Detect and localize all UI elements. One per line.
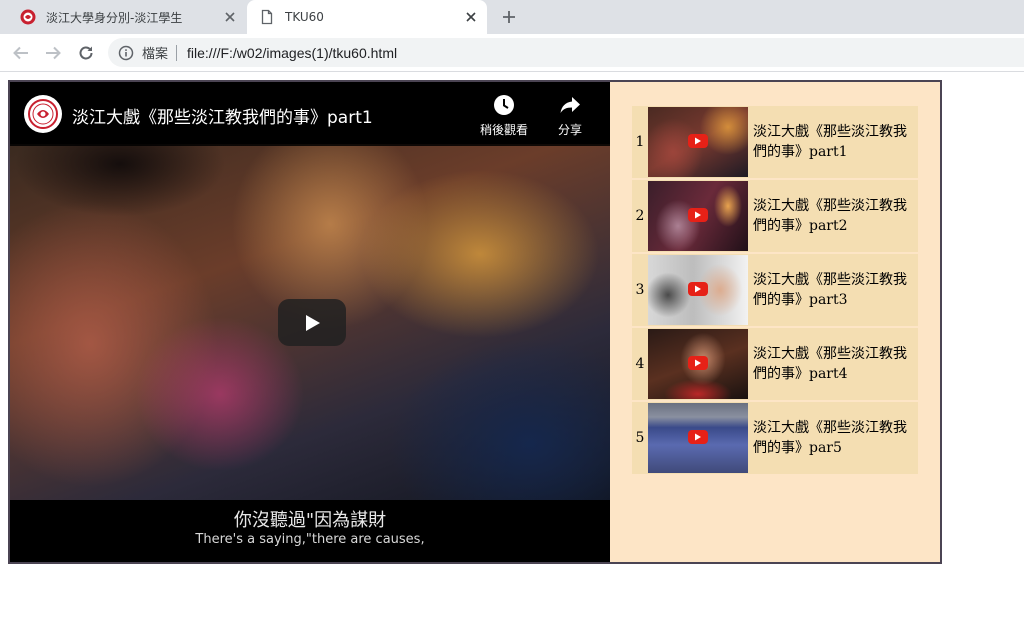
youtube-play-icon [688,430,708,444]
video-thumbnail-cell[interactable] [646,402,750,474]
video-thumbnail[interactable] [648,107,748,177]
address-separator [176,44,178,61]
channel-avatar[interactable] [24,95,62,133]
video-scene-shade [10,144,270,234]
playlist-row[interactable]: 5 淡江大戲《那些淡江教我們的事》par5 [632,402,918,474]
clock-icon [494,95,514,115]
playlist-title[interactable]: 淡江大戲《那些淡江教我們的事》part4 [750,328,918,400]
arrow-left-icon [13,46,28,60]
youtube-play-icon [688,356,708,370]
playlist-number: 2 [632,180,646,252]
address-bar[interactable]: 檔案 file:///F:/w02/images(1)/tku60.html [108,38,1024,67]
video-thumbnail[interactable] [648,403,748,473]
youtube-play-icon [688,282,708,296]
tku-logo-icon [20,9,36,25]
url-text[interactable]: file:///F:/w02/images(1)/tku60.html [187,45,397,61]
back-button[interactable] [10,42,32,64]
file-icon [259,9,275,25]
subtitle-chinese: 你沒聽過"因為謀財 [233,510,387,531]
playlist-number: 1 [632,106,646,178]
youtube-play-icon [688,134,708,148]
watch-later-button[interactable]: 稍後觀看 [471,94,537,142]
plus-icon [503,11,515,23]
forward-button[interactable] [42,42,64,64]
playlist-title[interactable]: 淡江大戲《那些淡江教我們的事》par5 [750,402,918,474]
playlist-row[interactable]: 4 淡江大戲《那些淡江教我們的事》part4 [632,328,918,400]
video-thumbnail[interactable] [648,255,748,325]
subtitle-english: There's a saying,"there are causes, [195,532,425,547]
playlist-number: 5 [632,402,646,474]
share-label: 分享 [557,123,582,137]
browser-toolbar: 檔案 file:///F:/w02/images(1)/tku60.html [0,34,1024,72]
video-thumbnail-cell[interactable] [646,180,750,252]
player-header: 淡江大戲《那些淡江教我們的事》part1 稍後觀看 分享 [10,82,610,146]
reload-button[interactable] [75,42,97,64]
page-container: 你沒聽過"因為謀財 There's a saying,"there are ca… [8,80,942,564]
tab-tku60[interactable]: TKU60 [247,0,487,34]
playlist-row[interactable]: 3 淡江大戲《那些淡江教我們的事》part3 [632,254,918,326]
playlist-table: 1 淡江大戲《那些淡江教我們的事》part1 2 淡江大戲《那些淡江教我們的事》… [632,104,918,476]
video-thumbnail[interactable] [648,181,748,251]
watch-later-label: 稍後觀看 [479,123,528,137]
playlist-title[interactable]: 淡江大戲《那些淡江教我們的事》part3 [750,254,918,326]
tab-tku-identity[interactable]: 淡江大學身分別-淡江學生 [8,0,246,34]
play-button[interactable] [278,299,346,346]
playlist-title[interactable]: 淡江大戲《那些淡江教我們的事》part1 [750,106,918,178]
new-tab-button[interactable] [498,6,520,28]
file-scheme-label: 檔案 [142,47,169,62]
arrow-right-icon [46,46,61,60]
close-tab-icon[interactable] [463,9,479,25]
share-arrow-icon [560,97,580,113]
playlist-number: 3 [632,254,646,326]
play-icon [306,314,320,331]
tku-emblem-icon [28,99,58,129]
youtube-play-icon [688,208,708,222]
playlist-title[interactable]: 淡江大戲《那些淡江教我們的事》part2 [750,180,918,252]
playlist-number: 4 [632,328,646,400]
tab-strip: 淡江大學身分別-淡江學生 TKU60 [0,0,1024,34]
share-button[interactable]: 分享 [537,94,603,142]
close-tab-icon[interactable] [222,9,238,25]
video-thumbnail-cell[interactable] [646,254,750,326]
video-thumbnail[interactable] [648,329,748,399]
playlist-row[interactable]: 2 淡江大戲《那些淡江教我們的事》part2 [632,180,918,252]
video-thumbnail-cell[interactable] [646,328,750,400]
video-title[interactable]: 淡江大戲《那些淡江教我們的事》part1 [72,103,373,128]
info-icon[interactable] [118,45,134,61]
reload-icon [79,46,93,60]
youtube-player[interactable]: 你沒聽過"因為謀財 There's a saying,"there are ca… [10,82,610,562]
playlist-row[interactable]: 1 淡江大戲《那些淡江教我們的事》part1 [632,106,918,178]
tab-title: TKU60 [285,10,324,24]
video-thumbnail-cell[interactable] [646,106,750,178]
tab-title: 淡江大學身分別-淡江學生 [46,10,183,25]
